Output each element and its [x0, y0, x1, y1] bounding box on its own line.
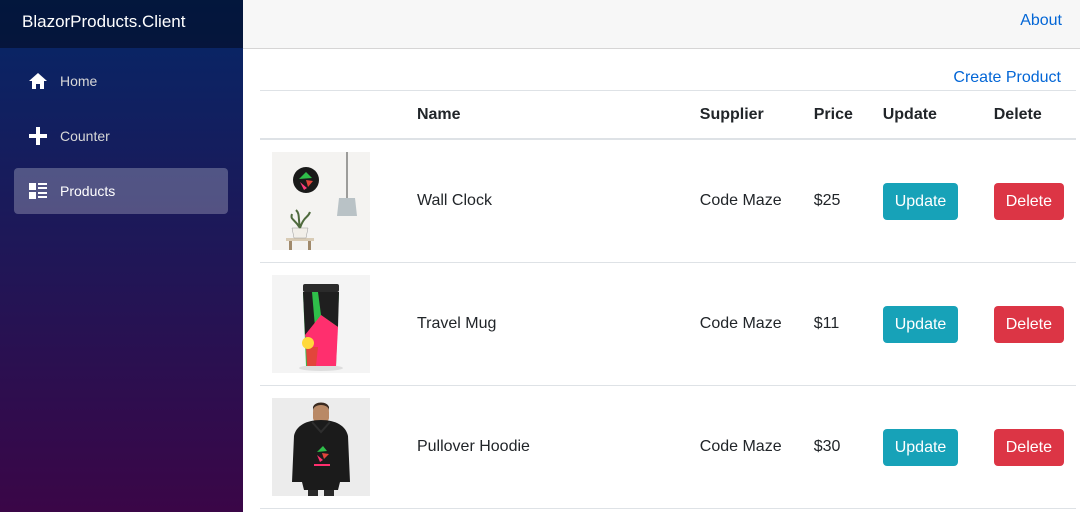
table-row: Travel Mug Code Maze $11 Update Delete: [260, 262, 1076, 386]
product-image-cell: [260, 139, 405, 263]
product-price: $30: [801, 385, 871, 509]
delete-button[interactable]: Delete: [993, 428, 1064, 466]
column-header-delete: Delete: [981, 90, 1076, 140]
sidebar-item-counter[interactable]: Counter: [14, 113, 228, 159]
update-button[interactable]: Update: [882, 428, 959, 466]
sidebar-item-label: Counter: [60, 128, 110, 144]
product-image-cell: [260, 262, 405, 386]
sidebar-item-label: Home: [60, 73, 98, 89]
table-row: Wall Clock Code Maze $25 Update Delete: [260, 139, 1076, 263]
pullover-hoodie-image: [272, 398, 370, 496]
table-header-row: Name Supplier Price Update Delete: [260, 90, 1076, 140]
sidebar-item-label: Products: [60, 183, 116, 199]
sidebar: BlazorProducts.Client Home Counter Produ…: [0, 0, 243, 512]
delete-button[interactable]: Delete: [993, 305, 1064, 343]
column-header-name: Name: [404, 90, 688, 140]
brand-title[interactable]: BlazorProducts.Client: [0, 0, 243, 48]
nav-menu: Home Counter Products: [0, 48, 243, 214]
about-link[interactable]: About: [1020, 12, 1062, 30]
create-product-link[interactable]: Create Product: [953, 69, 1061, 87]
table-row: Pullover Hoodie Code Maze $30 Update Del…: [260, 385, 1076, 509]
home-icon: [28, 71, 48, 91]
product-image-cell: [260, 385, 405, 509]
product-supplier: Code Maze: [687, 385, 802, 509]
product-supplier: Code Maze: [687, 139, 802, 263]
update-button[interactable]: Update: [882, 182, 959, 220]
sidebar-item-home[interactable]: Home: [14, 58, 228, 104]
delete-cell: Delete: [981, 139, 1076, 263]
delete-cell: Delete: [981, 262, 1076, 386]
delete-cell: Delete: [981, 385, 1076, 509]
update-button[interactable]: Update: [882, 305, 959, 343]
travel-mug-image: [272, 275, 370, 373]
update-cell: Update: [870, 139, 982, 263]
product-name: Travel Mug: [404, 262, 688, 386]
column-header-supplier: Supplier: [687, 90, 802, 140]
list-icon: [28, 181, 48, 201]
product-price: $25: [801, 139, 871, 263]
products-table: Name Supplier Price Update Delete Wall C…: [260, 90, 1076, 509]
column-header-price: Price: [801, 90, 871, 140]
top-row: About: [243, 0, 1080, 49]
product-name: Pullover Hoodie: [404, 385, 688, 509]
delete-button[interactable]: Delete: [993, 182, 1064, 220]
column-header-update: Update: [870, 90, 982, 140]
update-cell: Update: [870, 262, 982, 386]
product-supplier: Code Maze: [687, 262, 802, 386]
product-name: Wall Clock: [404, 139, 688, 263]
column-header-image: [260, 90, 405, 140]
update-cell: Update: [870, 385, 982, 509]
wall-clock-image: [272, 152, 370, 250]
plus-icon: [28, 126, 48, 146]
product-price: $11: [801, 262, 871, 386]
sidebar-item-products[interactable]: Products: [14, 168, 228, 214]
